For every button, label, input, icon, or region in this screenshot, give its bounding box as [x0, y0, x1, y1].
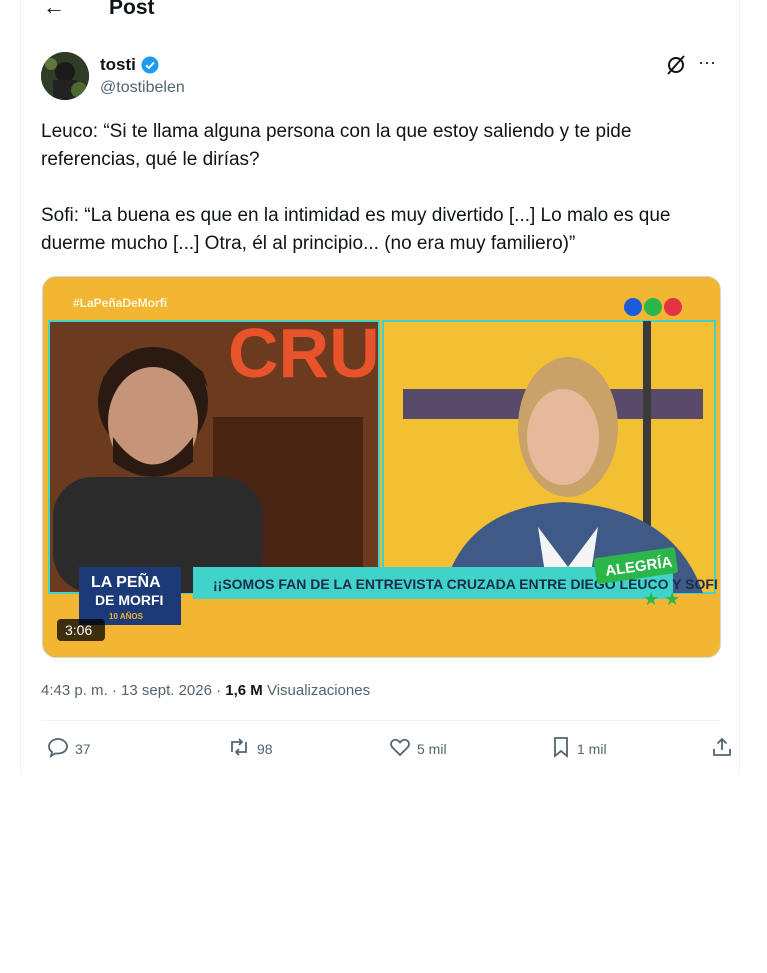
- post-header: ← Post: [21, 0, 739, 22]
- reply-button[interactable]: 37: [47, 736, 91, 761]
- show-logo-line2: DE MORFI: [95, 592, 163, 608]
- author-name[interactable]: tosti: [100, 55, 136, 75]
- show-logo-line3: 10 AÑOS: [109, 612, 144, 621]
- bookmark-button[interactable]: 1 mil: [551, 736, 607, 761]
- bookmark-icon: [551, 736, 571, 761]
- video-hashtag: #LaPeñaDeMorfi: [73, 296, 167, 310]
- post-paragraph-1: Leuco: “Si te llama alguna persona con l…: [41, 121, 632, 170]
- reply-count: 37: [75, 740, 91, 757]
- views-label: Visualizaciones: [262, 682, 371, 699]
- repost-icon: [227, 736, 251, 761]
- post-timestamp[interactable]: 4:43 p. m. · 13 sept. 2026 ·: [41, 682, 225, 699]
- video-duration: 3:06: [65, 622, 92, 638]
- avatar[interactable]: [41, 52, 89, 100]
- like-button[interactable]: 5 mil: [389, 736, 447, 761]
- like-count: 5 mil: [417, 740, 447, 757]
- reply-icon: [47, 736, 69, 761]
- arrow-left-icon[interactable]: ←: [43, 0, 65, 20]
- bookmark-count: 1 mil: [577, 740, 607, 757]
- action-bar: 37 98 5 mil 1 mil: [41, 736, 731, 766]
- post-paragraph-2: Sofi: “La buena es que en la intimidad e…: [41, 205, 671, 254]
- divider: [41, 720, 721, 721]
- svg-text:CRU: CRU: [228, 314, 380, 392]
- share-button[interactable]: [711, 736, 733, 761]
- views-count: 1,6 M: [225, 682, 263, 699]
- show-logo-line1: LA PEÑA: [91, 571, 161, 591]
- repost-count: 98: [257, 740, 273, 757]
- post-meta: 4:43 p. m. · 13 sept. 2026 · 1,6 M Visua…: [41, 682, 370, 699]
- author-handle[interactable]: @tostibelen: [100, 79, 185, 97]
- more-options-icon[interactable]: ···: [698, 52, 716, 73]
- svg-text:★ ★: ★ ★: [643, 589, 680, 609]
- post-text: Leuco: “Si te llama alguna persona con l…: [41, 118, 721, 258]
- grok-icon[interactable]: [666, 54, 686, 81]
- page-title: Post: [109, 0, 155, 19]
- post-card: ← Post tosti @tostibelen ··· Leuco: “Si …: [20, 0, 740, 775]
- repost-button[interactable]: 98: [227, 736, 273, 761]
- verified-badge-icon: [141, 56, 159, 79]
- heart-icon: [389, 736, 411, 761]
- share-icon: [711, 736, 733, 761]
- video-player[interactable]: CRU #LaPeñaDeMorfi ¡¡SOMOS FAN DE LA ENT…: [42, 276, 721, 658]
